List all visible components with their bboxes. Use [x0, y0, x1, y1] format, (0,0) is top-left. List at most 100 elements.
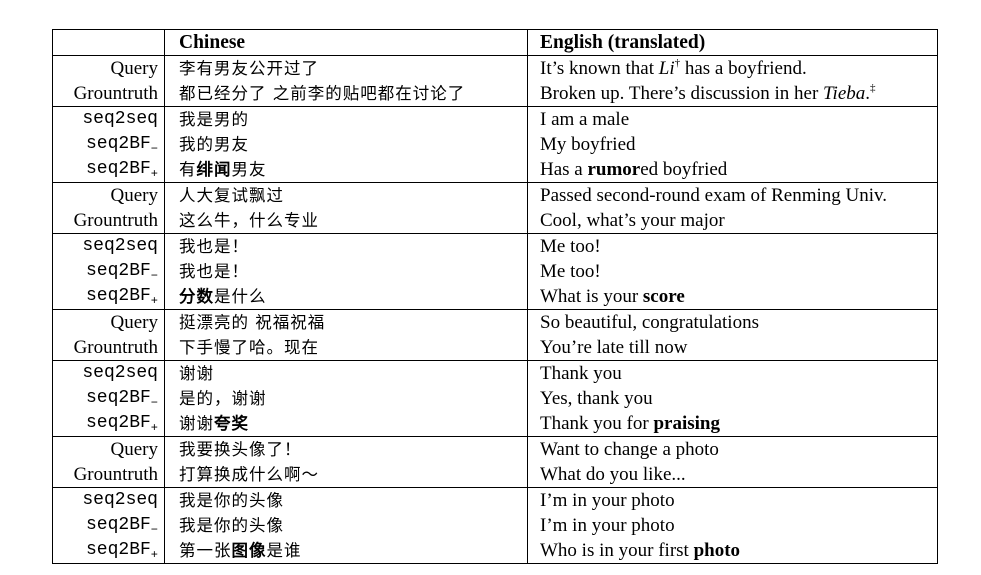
table-row: seq2seq 谢谢 Thank you [52, 360, 938, 386]
english-segment: ed boyfried [640, 159, 728, 180]
english-bold-segment: praising [653, 413, 720, 434]
table-body: Query 李有男友公开过了 It’s known that Li† has a b… [52, 55, 938, 564]
table-row: seq2seq 我是你的头像 I’m in your photo [52, 487, 938, 513]
table-row: seq2seq 我是男的 I am a male [52, 106, 938, 132]
footnote-mark: ‡ [870, 82, 876, 94]
row-label: seq2seq [52, 233, 165, 259]
english-segment: Me too! [540, 236, 601, 257]
table-row: seq2BF− 我的男友 My boyfried [52, 132, 938, 157]
table-row: seq2BF+ 第一张图像是谁 Who is in your first photo [52, 538, 938, 564]
english-italic-segment: Li [658, 58, 675, 79]
chinese-segment: 我也是！ [179, 237, 249, 256]
english-segment: Me too! [540, 261, 601, 282]
english-segment: has a boyfriend. [680, 58, 807, 79]
english-bold-segment: rumor [587, 159, 641, 180]
chinese-bold-segment: 夸奖 [214, 414, 249, 433]
row-label-text: Grountruth [73, 83, 158, 104]
table-header-row: Chinese English (translated) [52, 29, 938, 56]
english-text: It’s known that Li† has a boyfriend. [528, 56, 938, 82]
table-row: Grountruth 这么牛，什么专业 Cool, what’s your majo… [52, 208, 938, 234]
english-text: Cool, what’s your major [528, 208, 938, 234]
row-label-subscript: − [150, 269, 158, 283]
row-label-text: Grountruth [73, 464, 158, 485]
chinese-segment: 有 [179, 160, 197, 179]
english-text: So beautiful, congratulations [527, 309, 938, 335]
chinese-segment: 都已经分了 之前李的贴吧都在讨论了 [179, 84, 466, 103]
chinese-segment: 谢谢 [179, 364, 214, 383]
row-label: seq2BF+ [52, 538, 165, 564]
row-label: seq2BF− [52, 132, 165, 157]
table-row: Query 人大复试飘过 Passed second-round exam of R… [52, 182, 938, 208]
english-segment: Broken up. There’s discussion in her [540, 83, 824, 104]
english-text: I’m in your photo [527, 487, 938, 513]
row-label-text: seq2seq [82, 109, 158, 129]
english-text: Has a rumored boyfried [528, 157, 938, 183]
english-segment: What is your [540, 286, 643, 307]
english-text: Yes, thank you [528, 386, 938, 411]
chinese-segment: 第一张 [179, 541, 232, 560]
row-label: seq2BF− [52, 259, 165, 284]
chinese-segment: 我的男友 [179, 135, 249, 154]
row-label-subscript: + [150, 167, 158, 181]
table-row: Grountruth 下手慢了哈。现在 You’re late till now [52, 335, 938, 361]
row-label-text: seq2BF [85, 540, 151, 560]
chinese-segment: 我是你的头像 [179, 491, 284, 510]
table-row: Query 李有男友公开过了 It’s known that Li† has a b… [52, 55, 938, 82]
chinese-text: 我的男友 [164, 132, 528, 157]
chinese-segment: 人大复试飘过 [179, 186, 284, 205]
row-label: seq2seq [52, 487, 165, 513]
english-text: I’m in your photo [528, 513, 938, 538]
row-label-text: Query [110, 58, 158, 79]
row-label-text: seq2seq [82, 363, 158, 383]
table-row: Query 我要换头像了！ Want to change a photo [52, 436, 938, 462]
row-label-text: Query [110, 312, 158, 333]
row-label-text: Query [110, 439, 158, 460]
row-label: seq2BF+ [52, 157, 165, 183]
english-segment: I am a male [540, 109, 630, 130]
english-text: Want to change a photo [527, 436, 938, 462]
english-text: I am a male [527, 106, 938, 132]
english-segment: Thank you for [540, 413, 654, 434]
chinese-segment: 挺漂亮的 祝福祝福 [179, 313, 326, 332]
chinese-text: 李有男友公开过了 [164, 55, 528, 81]
chinese-text: 人大复试飘过 [164, 182, 528, 208]
row-label-text: seq2BF [85, 286, 151, 306]
row-label-subscript: + [150, 294, 158, 308]
table-row: seq2BF+ 分数是什么 What is your score [52, 284, 938, 310]
table-row: Grountruth 打算换成什么啊～ What do you like... [52, 462, 938, 488]
chinese-segment: 下手慢了哈。现在 [179, 338, 319, 357]
chinese-text: 下手慢了哈。现在 [164, 335, 528, 361]
chinese-segment: 是的，谢谢 [179, 389, 267, 408]
chinese-text: 有绯闻男友 [164, 157, 528, 183]
row-label: Grountruth [52, 335, 165, 361]
english-text: Me too! [527, 233, 938, 259]
table-row: seq2BF+ 谢谢夸奖 Thank you for praising [52, 411, 938, 437]
chinese-segment: 是什么 [214, 287, 267, 306]
table-row: Query 挺漂亮的 祝福祝福 So beautiful, congratulati… [52, 309, 938, 335]
row-label-subscript: − [150, 523, 158, 537]
chinese-segment: 李有男友公开过了 [179, 59, 319, 78]
header-chinese: Chinese [164, 29, 528, 56]
table-row: Grountruth 都已经分了 之前李的贴吧都在讨论了 Broken up. Th… [52, 81, 938, 107]
english-text: Me too! [528, 259, 938, 284]
chinese-text: 这么牛，什么专业 [164, 208, 528, 234]
row-label-subscript: − [150, 396, 158, 410]
row-label-text: seq2BF [85, 134, 151, 154]
table-row: seq2BF− 我是你的头像 I’m in your photo [52, 513, 938, 538]
table-row: seq2BF− 我也是！ Me too! [52, 259, 938, 284]
english-text: What do you like... [528, 462, 938, 488]
row-label-subscript: + [150, 421, 158, 435]
chinese-text: 谢谢夸奖 [164, 411, 528, 437]
row-label-text: seq2BF [85, 159, 151, 179]
english-segment: So beautiful, congratulations [540, 312, 759, 333]
chinese-segment: 我是你的头像 [179, 516, 284, 535]
header-label-cell [52, 29, 165, 56]
english-segment: Passed second-round exam of Renming Univ… [540, 185, 888, 206]
english-segment: I’m in your photo [540, 490, 675, 511]
english-segment: Who is in your first [540, 540, 694, 561]
row-label-subscript: + [150, 548, 158, 562]
row-label-text: seq2BF [85, 413, 151, 433]
row-label: seq2BF+ [52, 411, 165, 437]
english-bold-segment: photo [693, 540, 741, 561]
english-text: What is your score [528, 284, 938, 310]
